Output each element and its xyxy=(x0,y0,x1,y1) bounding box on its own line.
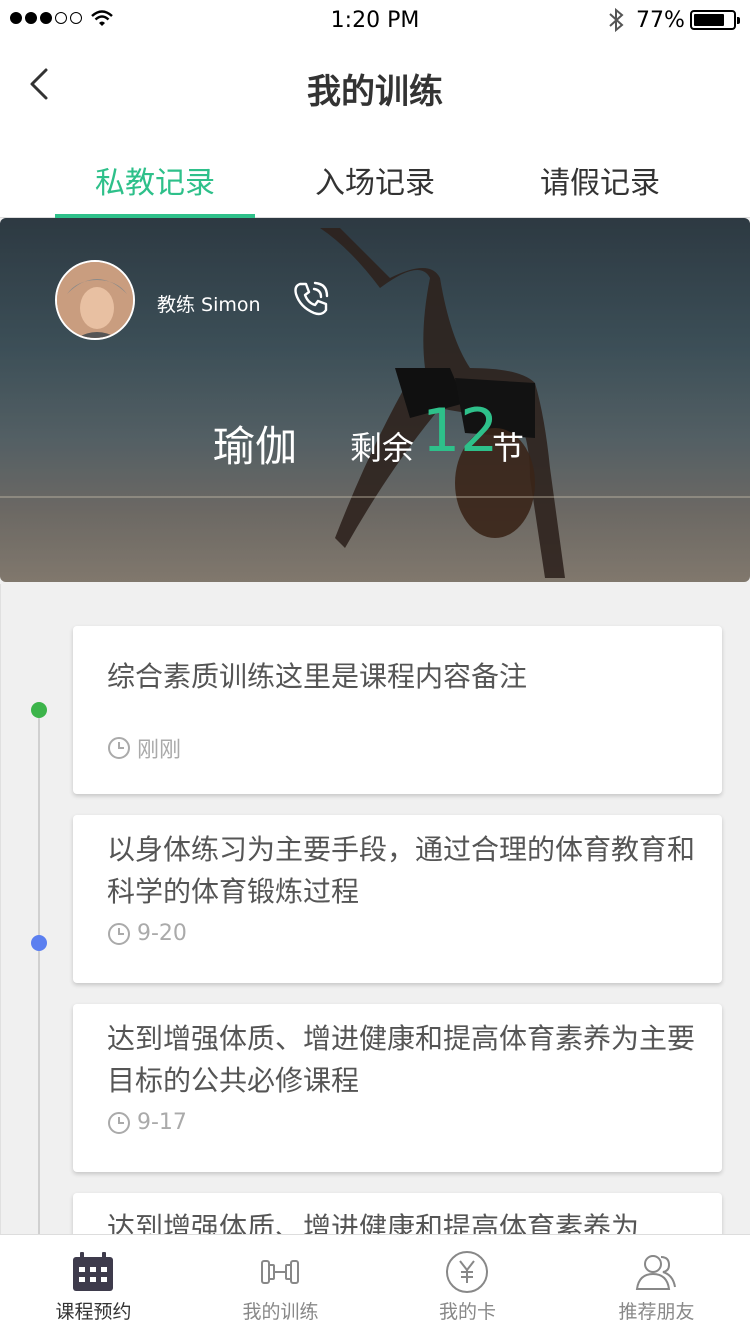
record-time: 9-17 xyxy=(137,1110,187,1135)
course-name: 瑜伽 xyxy=(213,422,298,471)
battery-icon xyxy=(690,10,740,30)
bottom-tab-my-card[interactable]: 我的卡 xyxy=(374,1235,561,1334)
timeline-dot xyxy=(31,935,47,951)
status-bar: 1:20 PM 77% xyxy=(0,0,750,40)
record-meta: 9-20 xyxy=(107,921,187,946)
record-timeline: 综合素质训练这里是课程内容备注 刚刚 以身体练习为主要手段，通过合理的体育教育和… xyxy=(0,584,750,1234)
yuan-card-icon xyxy=(446,1251,488,1293)
timeline-line xyxy=(38,708,40,1234)
record-card[interactable]: 综合素质训练这里是课程内容备注 刚刚 xyxy=(73,626,722,794)
remaining-count: 12 xyxy=(422,396,499,466)
battery-percent: 77% xyxy=(636,8,685,33)
record-time: 刚刚 xyxy=(137,738,182,763)
page-title: 我的训练 xyxy=(307,72,443,112)
bluetooth-icon xyxy=(609,7,624,33)
clock-icon xyxy=(108,922,130,945)
record-card[interactable]: 以身体练习为主要手段，通过合理的体育教育和科学的体育锻炼过程 9-20 xyxy=(73,815,722,983)
bottom-tab-refer-friends[interactable]: 推荐朋友 xyxy=(563,1235,750,1334)
tab-private-coach-records[interactable]: 私教记录 xyxy=(55,158,255,202)
record-meta: 刚刚 xyxy=(107,732,181,764)
record-time: 9-20 xyxy=(137,921,187,946)
bottom-tab-label: 我的卡 xyxy=(438,1301,496,1323)
remaining-label: 剩余 xyxy=(350,429,415,467)
clock-icon xyxy=(108,1111,130,1134)
clock-icon xyxy=(108,737,130,759)
calendar-icon xyxy=(73,1252,113,1291)
record-text: 综合素质训练这里是课程内容备注 xyxy=(107,660,528,693)
record-text: 达到增强体质、增进健康和提高体育素养为主要目标的公共必修课程 xyxy=(107,1022,696,1097)
record-text: 以身体练习为主要手段，通过合理的体育教育和科学的体育锻炼过程 xyxy=(107,833,696,908)
record-card[interactable]: 达到增强体质、增进健康和提高体育素养为 xyxy=(73,1193,722,1234)
bottom-tab-course-booking[interactable]: 课程预约 xyxy=(0,1235,187,1334)
nav-bar: 我的训练 xyxy=(0,40,750,128)
record-text: 达到增强体质、增进健康和提高体育素养为 xyxy=(107,1211,640,1234)
coach-name: 教练 Simon xyxy=(157,294,261,316)
record-card[interactable]: 达到增强体质、增进健康和提高体育素养为主要目标的公共必修课程 9-17 xyxy=(73,1004,722,1172)
record-meta: 9-17 xyxy=(107,1110,187,1135)
bottom-tab-my-training[interactable]: 我的训练 xyxy=(187,1235,374,1334)
phone-call-icon[interactable] xyxy=(292,280,330,318)
timeline-dot xyxy=(31,702,47,718)
friends-icon xyxy=(635,1255,676,1290)
record-tabs: 私教记录 入场记录 请假记录 xyxy=(0,128,750,218)
bottom-tab-label: 推荐朋友 xyxy=(618,1301,695,1323)
bottom-tab-bar: 课程预约 我的训练 我的卡 推荐朋友 xyxy=(0,1234,750,1334)
course-banner: 教练 Simon 瑜伽 剩余 12 节 xyxy=(0,218,750,582)
tab-entry-records[interactable]: 入场记录 xyxy=(275,158,475,202)
bottom-tab-label: 课程预约 xyxy=(55,1301,132,1323)
dumbbell-icon xyxy=(261,1260,299,1284)
coach-avatar[interactable] xyxy=(55,260,135,340)
remaining-unit: 节 xyxy=(492,429,525,467)
tab-leave-records[interactable]: 请假记录 xyxy=(500,158,700,202)
bottom-tab-label: 我的训练 xyxy=(242,1301,319,1323)
